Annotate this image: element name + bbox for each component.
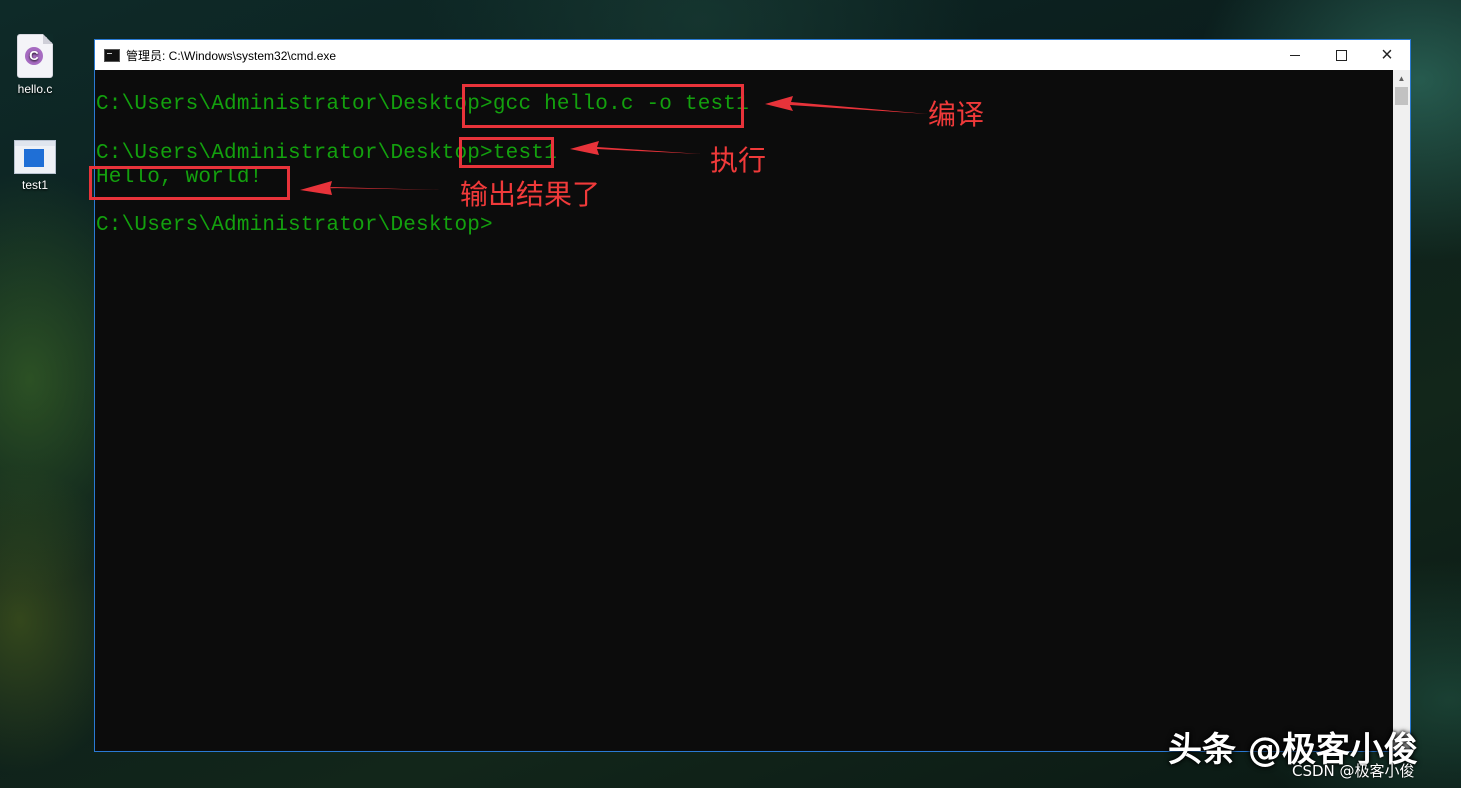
highlight-box-execute xyxy=(459,137,554,168)
maximize-button[interactable] xyxy=(1318,40,1364,70)
annotation-execute: 执行 xyxy=(710,144,767,177)
close-button[interactable]: × xyxy=(1364,40,1410,70)
minimize-button[interactable] xyxy=(1272,40,1318,70)
executable-file-icon xyxy=(14,140,56,174)
minimize-icon xyxy=(1290,54,1300,56)
window-title: 管理员: C:\Windows\system32\cmd.exe xyxy=(126,48,337,63)
desktop-icon-hello-c[interactable]: C hello.c xyxy=(5,34,65,96)
close-icon: × xyxy=(1381,44,1393,66)
annotation-compile: 编译 xyxy=(928,98,985,131)
arrow-compile-icon xyxy=(765,96,928,114)
desktop-icon-test1[interactable]: test1 xyxy=(5,140,65,192)
maximize-icon xyxy=(1335,49,1347,61)
arrow-execute-icon xyxy=(570,141,701,155)
desktop-icon-label: hello.c xyxy=(17,82,53,96)
cmd-app-icon xyxy=(104,48,120,62)
vertical-scrollbar[interactable]: ▲ xyxy=(1393,70,1410,751)
watermark-csdn: CSDN @极客小俊 xyxy=(1292,762,1415,780)
console-line-prompt: C:\Users\Administrator\Desktop> xyxy=(96,214,493,237)
title-bar[interactable]: 管理员: C:\Windows\system32\cmd.exe × xyxy=(95,40,1410,70)
desktop-icon-label: test1 xyxy=(21,178,48,192)
scroll-thumb[interactable] xyxy=(1395,87,1408,105)
arrow-output-icon xyxy=(300,181,441,195)
highlight-box-compile xyxy=(462,84,744,128)
highlight-box-output xyxy=(89,166,290,200)
c-source-file-icon: C xyxy=(17,34,53,78)
annotation-output: 输出结果了 xyxy=(460,178,601,211)
scroll-up-icon[interactable]: ▲ xyxy=(1393,70,1410,87)
